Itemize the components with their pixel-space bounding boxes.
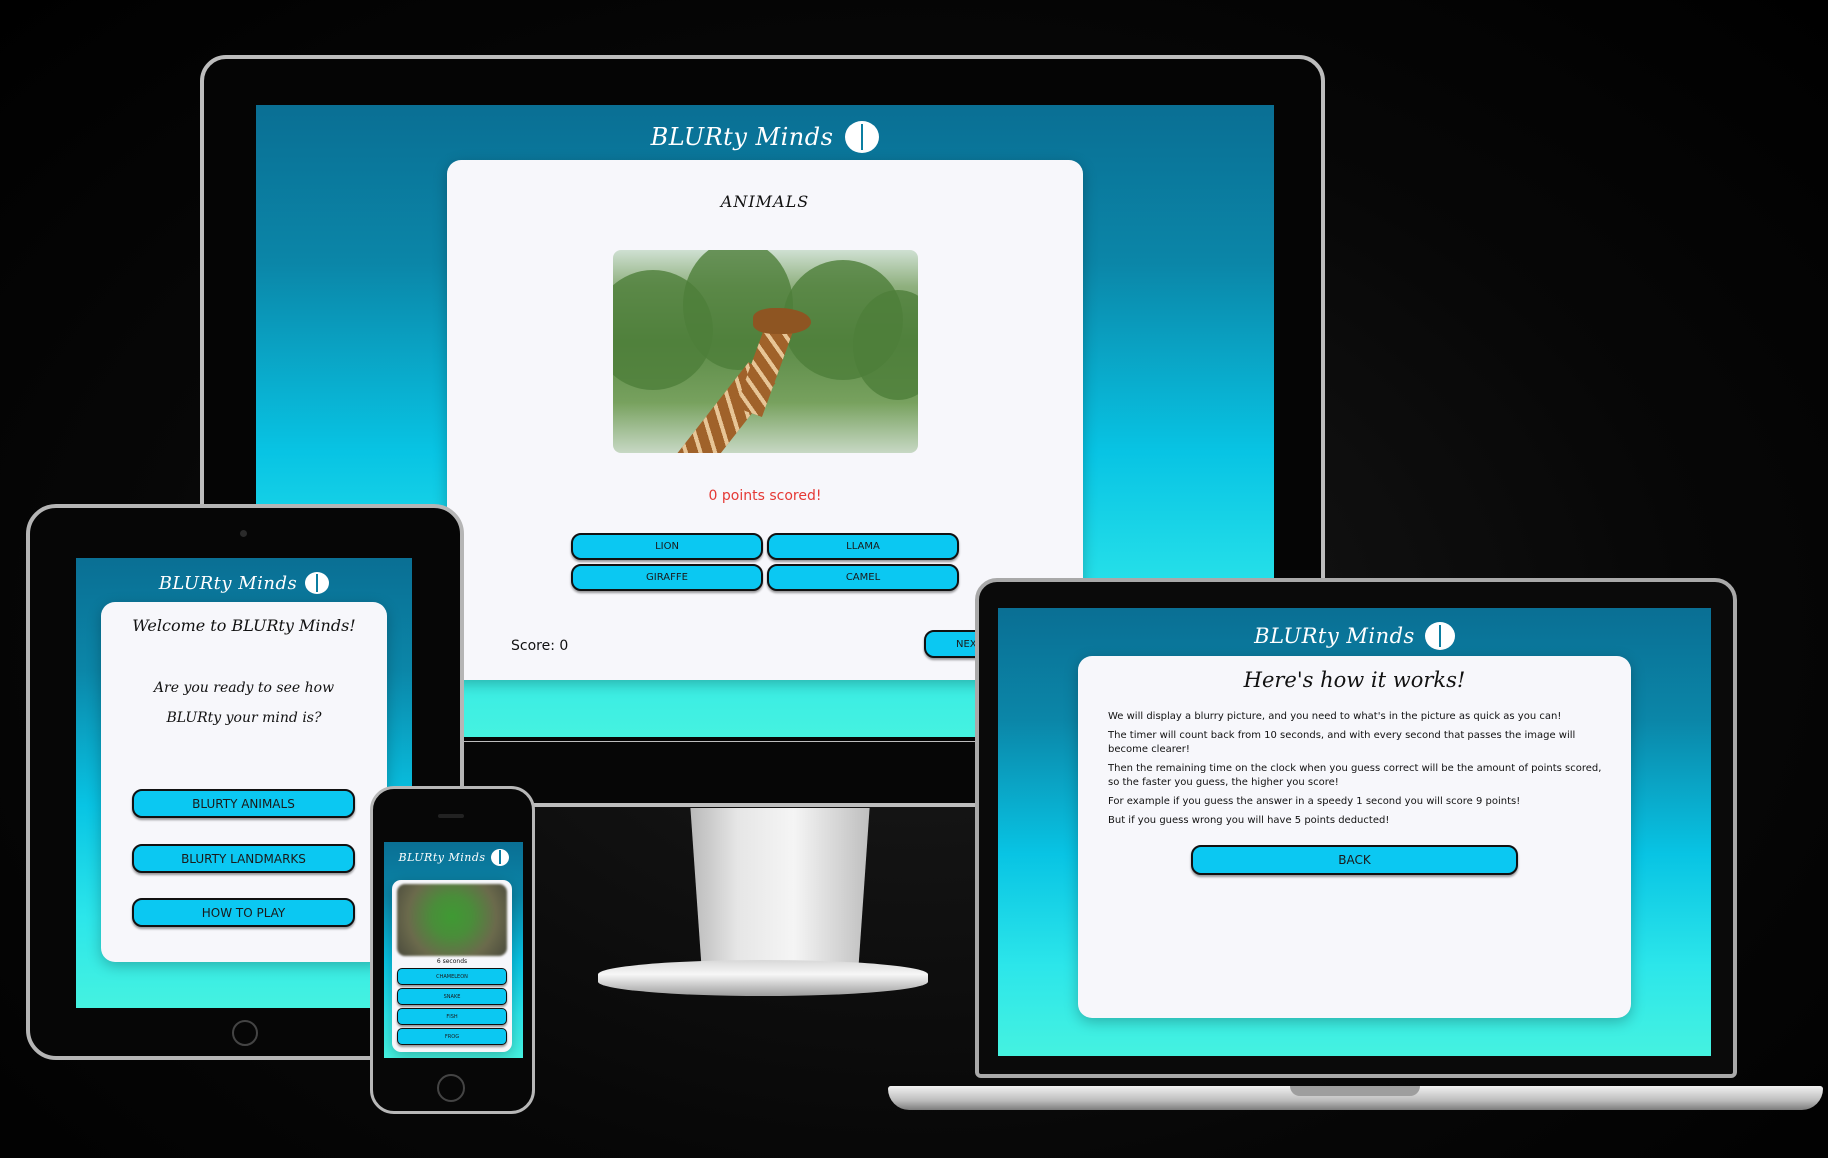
answer-button-fish[interactable]: FISH [397, 1008, 507, 1025]
phone-header: BLURty Minds [384, 846, 523, 868]
phone-speaker [438, 814, 464, 818]
monitor-base [598, 960, 928, 996]
how-to-title: Here's how it works! [1243, 668, 1466, 692]
category-title: ANIMALS [720, 192, 810, 211]
monitor-stand [690, 808, 870, 968]
welcome-title: Welcome to BLURty Minds! [132, 616, 356, 635]
laptop-header: BLURty Minds [998, 618, 1711, 654]
laptop-screen: BLURty Minds Here's how it works! We wil… [998, 608, 1711, 1056]
how-to-paragraph: But if you guess wrong you will have 5 p… [1108, 815, 1390, 826]
tablet-home-button[interactable] [232, 1020, 258, 1046]
laptop-notch [1290, 1086, 1420, 1096]
showcase-background: BLURty Minds ANIMALS 0 points scored! LI… [0, 0, 1828, 1158]
brand-title: BLURty Minds [1254, 624, 1415, 648]
welcome-question-line2: BLURty your mind is? [166, 710, 322, 726]
desktop-header: BLURty Minds [256, 117, 1274, 157]
answer-button-camel[interactable]: CAMEL [767, 564, 959, 591]
brain-icon [1424, 622, 1455, 650]
how-to-paragraph: The timer will count back from 10 second… [1108, 730, 1576, 755]
brain-icon [845, 121, 880, 153]
brand-title: BLURty Minds [650, 123, 834, 151]
how-to-paragraph: We will display a blurry picture, and yo… [1108, 711, 1562, 722]
blurty-landmarks-button[interactable]: BLURTY LANDMARKS [132, 844, 355, 873]
how-to-card: Here's how it works! We will display a b… [1078, 656, 1631, 1018]
brain-icon [305, 572, 330, 594]
brand-title: BLURty Minds [398, 850, 486, 864]
phone-screen: BLURty Minds 6 seconds CHAMELEON SNAKE F… [384, 842, 523, 1058]
blurty-animals-button[interactable]: BLURTY ANIMALS [132, 789, 355, 818]
how-to-paragraph: Then the remaining time on the clock whe… [1108, 763, 1602, 788]
timer-label: 6 seconds [436, 958, 468, 965]
brand-title: BLURty Minds [158, 572, 298, 594]
welcome-card: Welcome to BLURty Minds! Are you ready t… [101, 602, 387, 962]
tablet-screen: BLURty Minds Welcome to BLURty Minds! Ar… [76, 558, 412, 1008]
how-to-play-button[interactable]: HOW TO PLAY [132, 898, 355, 927]
points-status: 0 points scored! [708, 488, 822, 504]
brain-icon [490, 848, 509, 866]
back-button[interactable]: BACK [1191, 845, 1518, 875]
how-to-text: We will display a blurry picture, and yo… [1108, 710, 1608, 828]
phone-quiz-card: 6 seconds CHAMELEON SNAKE FISH FROG [392, 880, 512, 1052]
answer-button-llama[interactable]: LLAMA [767, 533, 959, 560]
how-to-paragraph: For example if you guess the answer in a… [1108, 796, 1521, 807]
score-label: Score: 0 [511, 638, 569, 654]
answer-button-giraffe[interactable]: GIRAFFE [571, 564, 763, 591]
tablet-header: BLURty Minds [76, 568, 412, 598]
giraffe-photo [613, 250, 918, 453]
tablet-camera [240, 530, 247, 537]
answer-button-frog[interactable]: FROG [397, 1028, 507, 1045]
answer-button-chameleon[interactable]: CHAMELEON [397, 968, 507, 985]
phone-home-button[interactable] [437, 1074, 465, 1102]
blurry-photo [397, 884, 507, 956]
answer-button-lion[interactable]: LION [571, 533, 763, 560]
answer-button-snake[interactable]: SNAKE [397, 988, 507, 1005]
welcome-question-line1: Are you ready to see how [153, 680, 335, 696]
